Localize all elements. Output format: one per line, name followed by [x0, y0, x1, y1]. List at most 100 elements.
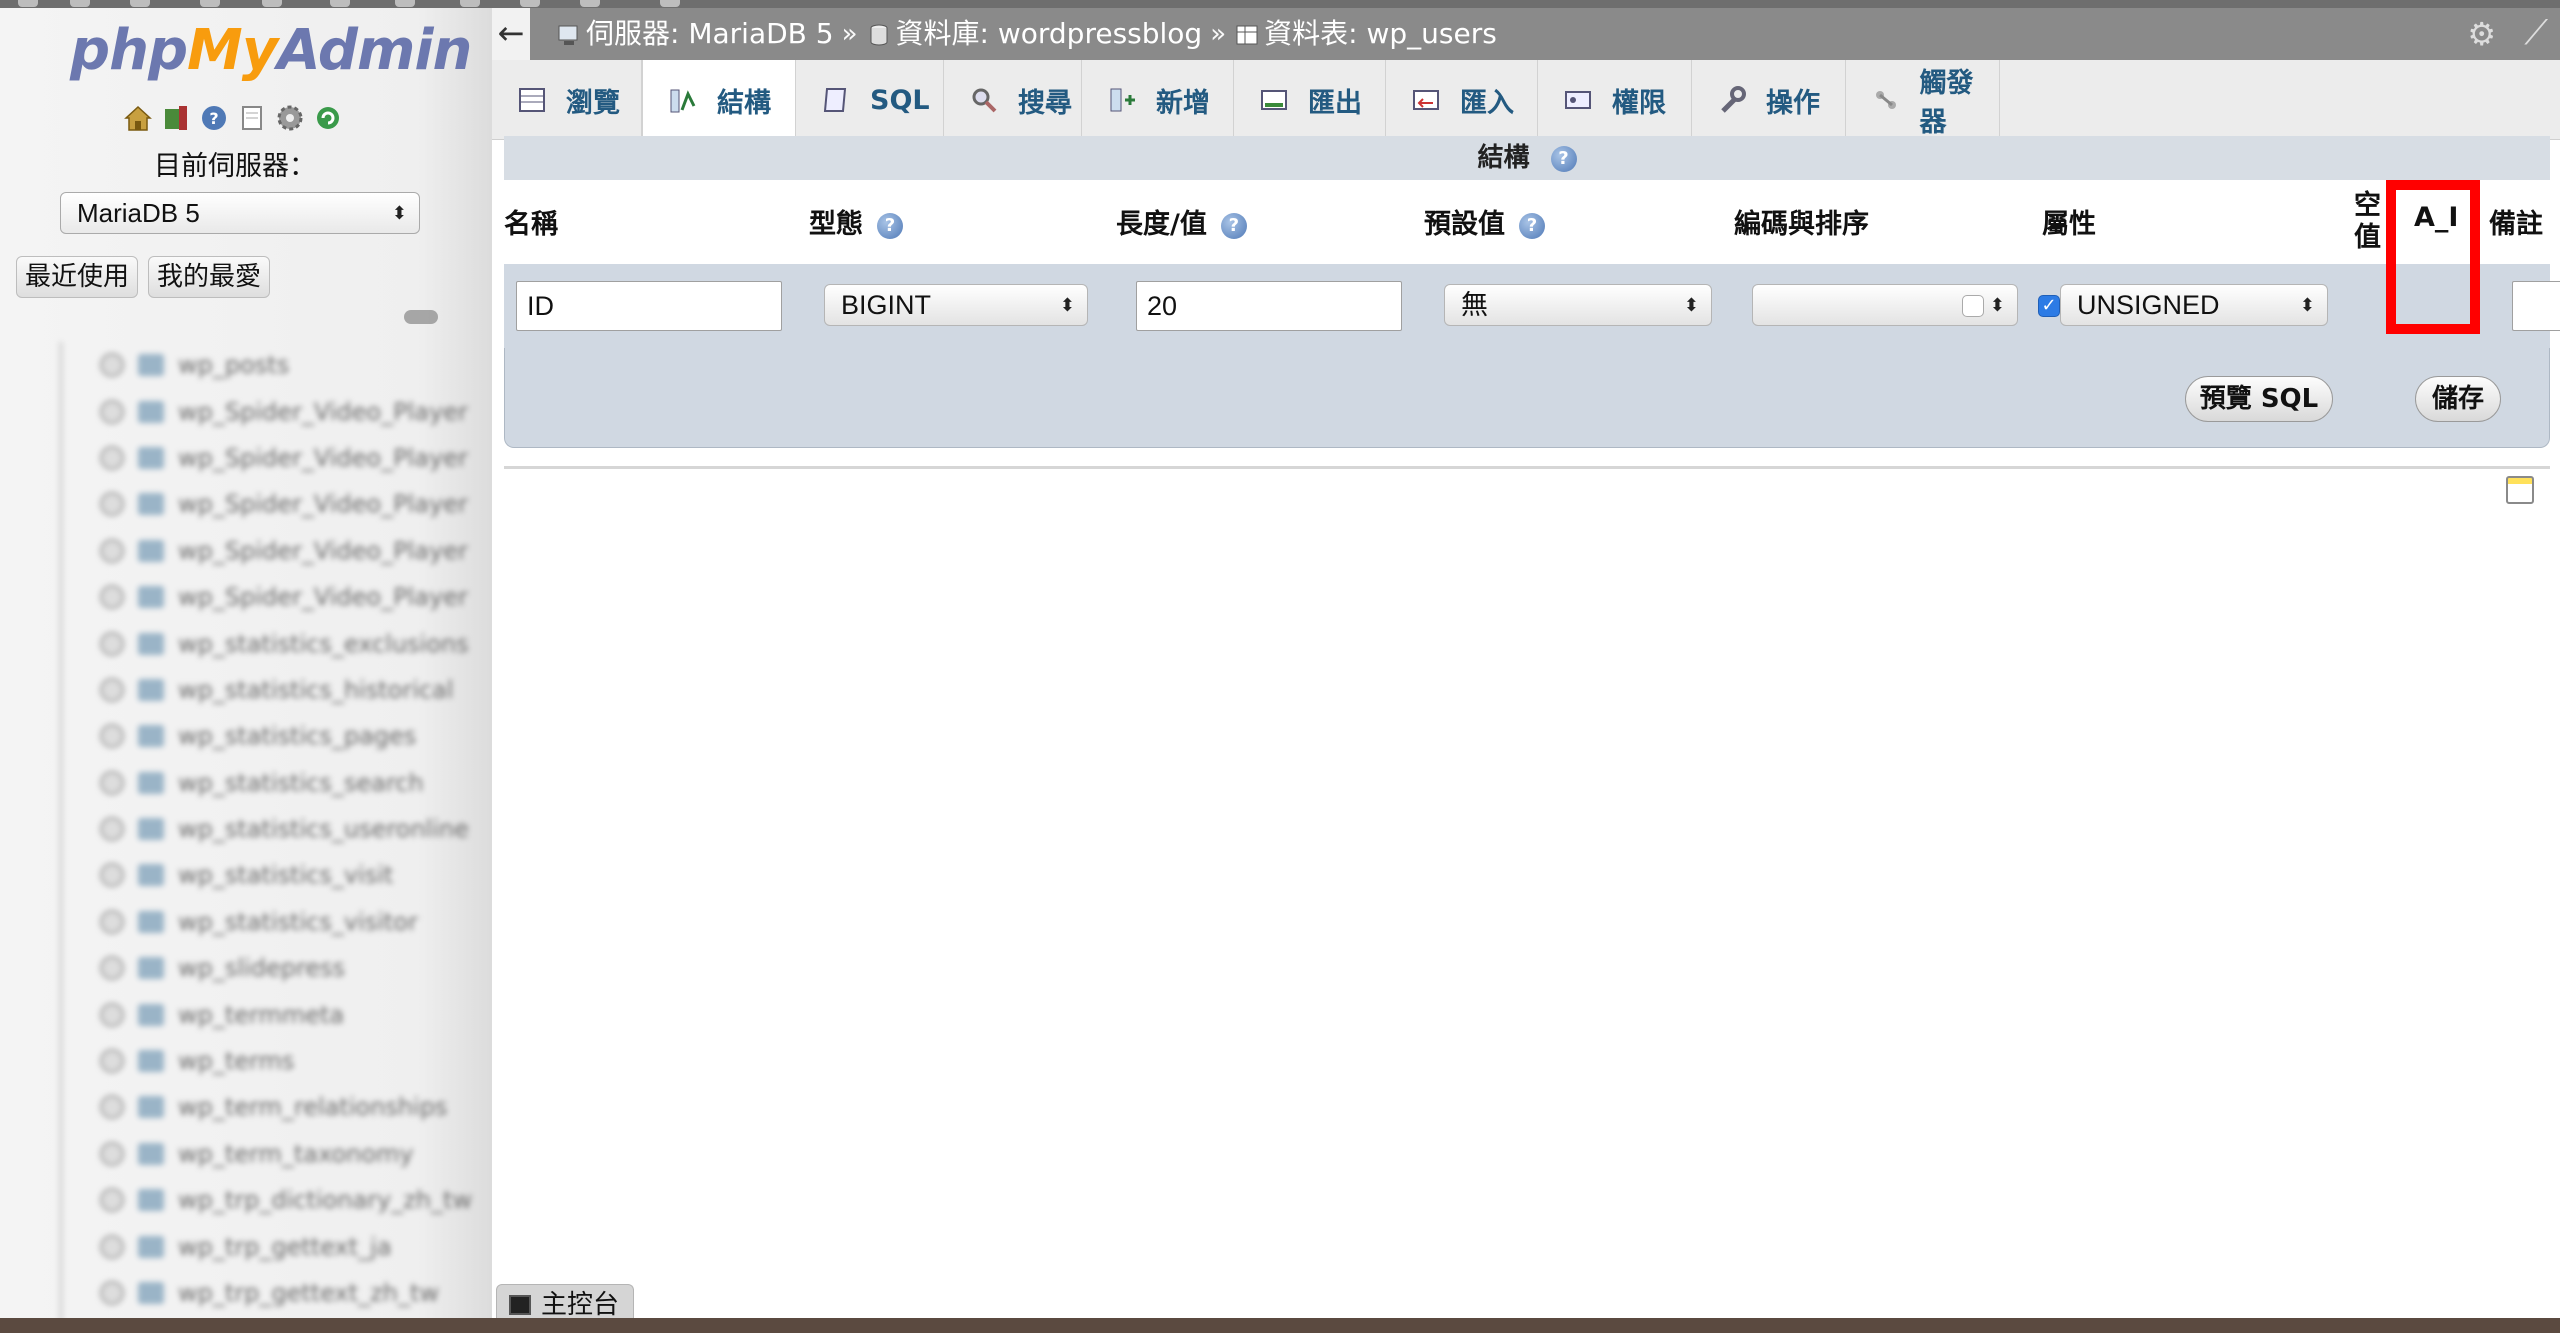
- tree-table-item[interactable]: wp_statistics_visit: [20, 852, 490, 899]
- auto-increment-checkbox[interactable]: ✓: [2038, 295, 2060, 317]
- tree-table-name: wp_termmeta: [178, 1000, 345, 1029]
- tab-triggers[interactable]: 觸發器: [1846, 60, 2000, 140]
- expand-icon[interactable]: [100, 631, 124, 656]
- tab-search[interactable]: 搜尋: [944, 60, 1082, 140]
- page-note-icon[interactable]: [2506, 476, 2534, 504]
- col-attributes-header: 屬性: [2042, 209, 2096, 240]
- expand-icon[interactable]: [100, 1002, 124, 1027]
- tree-table-item[interactable]: wp_terms: [20, 1037, 490, 1085]
- expand-icon[interactable]: [100, 1281, 124, 1305]
- breadcrumb: ← 伺服器: MariaDB 5 » 資料庫: wordpressblog » …: [492, 8, 2560, 60]
- help-icon[interactable]: ?: [198, 102, 230, 134]
- tree-table-item[interactable]: wp_Spider_Video_Player: [20, 527, 490, 574]
- console-icon: [509, 1294, 531, 1315]
- table-icon: [1236, 25, 1258, 45]
- breadcrumb-table[interactable]: 資料表: wp_users: [1234, 8, 1497, 60]
- expand-icon[interactable]: [100, 1095, 124, 1120]
- tree-table-item[interactable]: wp_posts: [20, 342, 490, 389]
- help-icon[interactable]: ?: [1220, 212, 1247, 239]
- tree-table-item[interactable]: wp_Spider_Video_Player: [20, 573, 490, 621]
- tree-table-item[interactable]: wp_term_relationships: [20, 1084, 490, 1131]
- select-arrows-icon: ⬍: [1683, 295, 1699, 315]
- null-checkbox[interactable]: [1962, 295, 1984, 317]
- expand-icon[interactable]: [100, 770, 124, 795]
- tab-import[interactable]: 匯入: [1386, 60, 1538, 140]
- tab-export[interactable]: 匯出: [1234, 60, 1386, 140]
- tree-table-item[interactable]: wp_trp_dictionary_zh_tw: [20, 1177, 490, 1224]
- phpmyadmin-logo[interactable]: phpMyAdmin: [70, 16, 472, 86]
- tree-table-item[interactable]: wp_term_taxonomy: [20, 1130, 490, 1178]
- help-icon[interactable]: ?: [1519, 212, 1545, 239]
- expand-icon[interactable]: [100, 677, 124, 702]
- tab-structure[interactable]: 結構: [642, 60, 796, 141]
- tree-line: [60, 388, 62, 435]
- tab-operations[interactable]: 操作: [1692, 60, 1846, 140]
- preview-sql-button[interactable]: 預覽 SQL: [2185, 376, 2333, 422]
- tree-table-item[interactable]: wp_slidepress: [20, 945, 490, 992]
- expand-icon[interactable]: [100, 817, 124, 842]
- tree-table-item[interactable]: wp_statistics_useronline: [20, 805, 490, 853]
- field-default-select[interactable]: 無 ⬍: [1444, 284, 1712, 326]
- table-icon: [138, 1282, 164, 1304]
- tab-insert[interactable]: 新增: [1082, 60, 1234, 140]
- expand-icon[interactable]: [100, 1234, 124, 1259]
- expand-icon[interactable]: [100, 445, 124, 470]
- expand-icon[interactable]: [100, 1141, 124, 1166]
- expand-icon[interactable]: [100, 724, 124, 749]
- close-icon[interactable]: ⟋: [2524, 16, 2548, 50]
- expand-icon[interactable]: [100, 585, 124, 610]
- field-type-select[interactable]: BIGINT ⬍: [824, 284, 1088, 326]
- tree-table-item[interactable]: wp_termmeta: [20, 991, 490, 1038]
- col-collation-header: 編碼與排序: [1734, 209, 1869, 240]
- help-icon[interactable]: ?: [877, 212, 903, 239]
- reload-icon[interactable]: [312, 102, 344, 134]
- table-icon: [138, 493, 164, 516]
- tree-table-item[interactable]: wp_Spider_Video_Player: [20, 388, 490, 435]
- tab-privileges[interactable]: 權限: [1538, 60, 1692, 140]
- table-icon: [138, 354, 164, 377]
- expand-icon[interactable]: [100, 538, 124, 563]
- tab-sql[interactable]: SQL: [796, 60, 944, 140]
- expand-icon[interactable]: [100, 492, 124, 517]
- help-icon[interactable]: ?: [1550, 145, 1577, 172]
- tree-table-item[interactable]: wp_trp_gettext_zh_tw: [20, 1269, 490, 1317]
- tree-table-item[interactable]: wp_trp_gettext_ja: [20, 1223, 490, 1270]
- expand-icon[interactable]: [100, 1049, 124, 1074]
- link-icon[interactable]: [404, 310, 438, 324]
- save-button[interactable]: 儲存: [2415, 376, 2501, 422]
- select-arrows-icon: ⬍: [1989, 295, 2005, 315]
- breadcrumb-server[interactable]: 伺服器: MariaDB 5: [556, 8, 834, 60]
- field-name-input[interactable]: ID: [516, 281, 782, 331]
- settings-icon[interactable]: [274, 102, 306, 134]
- expand-icon[interactable]: [100, 956, 124, 981]
- favorite-tables-button[interactable]: 我的最愛: [148, 256, 271, 298]
- table-tree: wp_posts wp_Spider_Video_Player wp_Spider_…: [20, 342, 490, 1318]
- tree-table-item[interactable]: wp_statistics_search: [20, 759, 490, 806]
- tree-table-item[interactable]: wp_statistics_historical: [20, 666, 490, 714]
- page-settings-gear-icon[interactable]: ⚙: [2467, 18, 2496, 50]
- tree-table-item[interactable]: wp_statistics_visitor: [20, 898, 490, 946]
- tree-table-item[interactable]: wp_Spider_Video_Player: [20, 481, 490, 528]
- tree-line: [60, 1130, 62, 1178]
- collapse-nav-button[interactable]: ←: [492, 8, 530, 60]
- home-icon[interactable]: [122, 102, 154, 134]
- breadcrumb-database[interactable]: 資料庫: wordpressblog: [866, 8, 1202, 60]
- field-comment-input[interactable]: [2512, 281, 2560, 331]
- expand-icon[interactable]: [100, 863, 124, 888]
- expand-icon[interactable]: [100, 353, 124, 378]
- table-icon: [138, 1235, 164, 1258]
- tree-table-item[interactable]: wp_statistics_pages: [20, 713, 490, 760]
- field-attributes-select[interactable]: UNSIGNED ⬍: [2060, 284, 2328, 326]
- server-select[interactable]: MariaDB 5 ⬍: [60, 192, 420, 234]
- nav-icon-bar: ?: [122, 100, 344, 136]
- expand-icon[interactable]: [100, 399, 124, 424]
- field-length-input[interactable]: 20: [1136, 281, 1402, 331]
- tab-browse[interactable]: 瀏覽: [492, 60, 642, 140]
- expand-icon[interactable]: [100, 909, 124, 934]
- recent-tables-button[interactable]: 最近使用: [16, 256, 139, 298]
- logout-icon[interactable]: [160, 102, 192, 134]
- tree-table-item[interactable]: wp_statistics_exclusions: [20, 620, 490, 667]
- expand-icon[interactable]: [100, 1188, 124, 1213]
- docs-icon[interactable]: [236, 102, 268, 134]
- tree-table-item[interactable]: wp_Spider_Video_Player: [20, 434, 490, 482]
